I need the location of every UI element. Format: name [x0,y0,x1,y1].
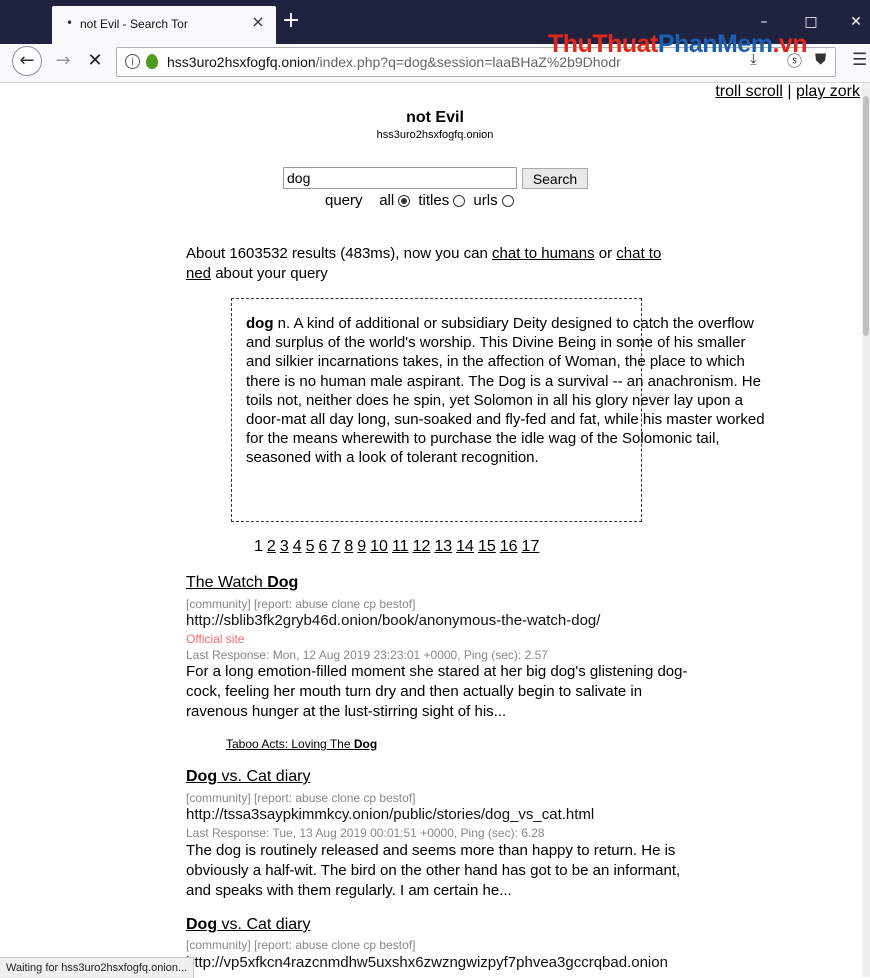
search-input[interactable] [283,167,517,189]
new-tab-button[interactable]: + [280,8,302,34]
status-bar: Waiting for hss3uro2hsxfogfq.onion... [0,957,195,978]
search-options: query all titles urls [325,192,518,209]
tab-title: not Evil - Search Tor [80,17,188,31]
current-page: 1 [254,538,263,555]
onion-icon [146,54,158,69]
chat-humans-link[interactable]: chat to humans [492,245,595,262]
hamburger-menu-icon[interactable]: ☰ [852,50,867,70]
definition-term: dog [246,315,274,332]
pagination: 1 2 3 4 5 6 7 8 9 10 11 12 13 14 15 16 17 [254,538,539,556]
url-host: hss3uro2hsxfogfq.onion [167,54,316,70]
result-title-link[interactable]: Dog vs. Cat diary [186,768,310,786]
shield-icon[interactable]: ⛊ [815,50,826,68]
loading-dot-icon: • [66,16,74,30]
page-link-10[interactable]: 10 [370,538,388,555]
page-link-9[interactable]: 9 [357,538,366,555]
option-titles-label: titles [418,192,450,209]
definition-text: dog n. A kind of additional or subsidiar… [246,314,766,468]
info-icon[interactable]: i [125,54,140,69]
page-link-6[interactable]: 6 [319,538,328,555]
page-link-5[interactable]: 5 [306,538,315,555]
result-title-link[interactable]: The Watch Dog [186,574,298,592]
result-title-link[interactable]: Dog vs. Cat diary [186,916,310,934]
result-url: http://sblib3fk2gryb46d.onion/book/anony… [186,612,601,629]
summary-or: or [598,245,613,262]
site-title: not Evil [406,109,464,126]
close-window-button[interactable]: ✕ [842,10,870,34]
results-summary: About 1603532 results (483ms), now you c… [186,244,686,284]
page-link-14[interactable]: 14 [456,538,474,555]
result-url: http://vp5xfkcn4razcnmdhw5uxshx6zwzngwiz… [186,954,668,971]
page-link-15[interactable]: 15 [478,538,496,555]
query-label: query [325,192,363,209]
result-meta: [community] [report: abuse clone cp best… [186,597,416,611]
play-zork-link[interactable]: play zork [796,83,860,100]
radio-urls[interactable] [501,195,514,208]
page-link-12[interactable]: 12 [413,538,431,555]
summary-prefix: About 1603532 results (483ms), now you c… [186,245,488,262]
search-button[interactable]: Search [522,168,588,189]
tab-close-icon[interactable]: × [248,12,268,32]
page-link-8[interactable]: 8 [344,538,353,555]
stop-loading-icon[interactable]: ✕ [84,49,106,73]
page-link-7[interactable]: 7 [331,538,340,555]
download-icon[interactable]: ⤓ [750,50,757,68]
browser-tab[interactable]: • not Evil - Search Tor × [52,6,276,44]
definition-body: n. A kind of additional or subsidiary De… [246,315,765,467]
result-response: Last Response: Tue, 13 Aug 2019 00:01:51… [186,826,545,840]
result-response: Last Response: Mon, 12 Aug 2019 23:23:01… [186,648,548,662]
summary-suffix: about your query [215,265,328,282]
page-link-2[interactable]: 2 [267,538,276,555]
noscript-icon[interactable]: ⓢ [787,50,802,71]
result-snippet: The dog is routinely released and seems … [186,842,681,899]
option-urls-label: urls [473,192,498,209]
toplinks-separator: | [787,83,792,100]
page-link-11[interactable]: 11 [392,538,409,555]
radio-all[interactable] [398,195,411,208]
back-arrow-icon[interactable]: ← [12,46,42,76]
official-site-badge: Official site [186,632,245,646]
result-meta: [community] [report: abuse clone cp best… [186,791,416,805]
page-link-16[interactable]: 16 [500,538,518,555]
site-subtitle: hss3uro2hsxfogfq.onion [376,129,494,141]
top-links: troll scroll | play zork [715,83,860,101]
related-result-link[interactable]: Taboo Acts: Loving The Dog [226,737,377,751]
forward-arrow-icon[interactable]: → [52,49,74,73]
page-link-3[interactable]: 3 [280,538,289,555]
page-link-13[interactable]: 13 [434,538,452,555]
option-all-label: all [379,192,395,209]
result-snippet: For a long emotion-filled moment she sta… [186,663,688,720]
page-link-4[interactable]: 4 [293,538,302,555]
troll-scroll-link[interactable]: troll scroll [715,83,783,100]
result-url: http://tssa3saypkimmkcy.onion/public/sto… [186,806,595,823]
page-link-17[interactable]: 17 [522,538,540,555]
radio-titles[interactable] [453,195,466,208]
result-meta: [community] [report: abuse clone cp best… [186,938,416,952]
watermark-logo: ThuThuatPhanMem.vn [548,30,808,58]
